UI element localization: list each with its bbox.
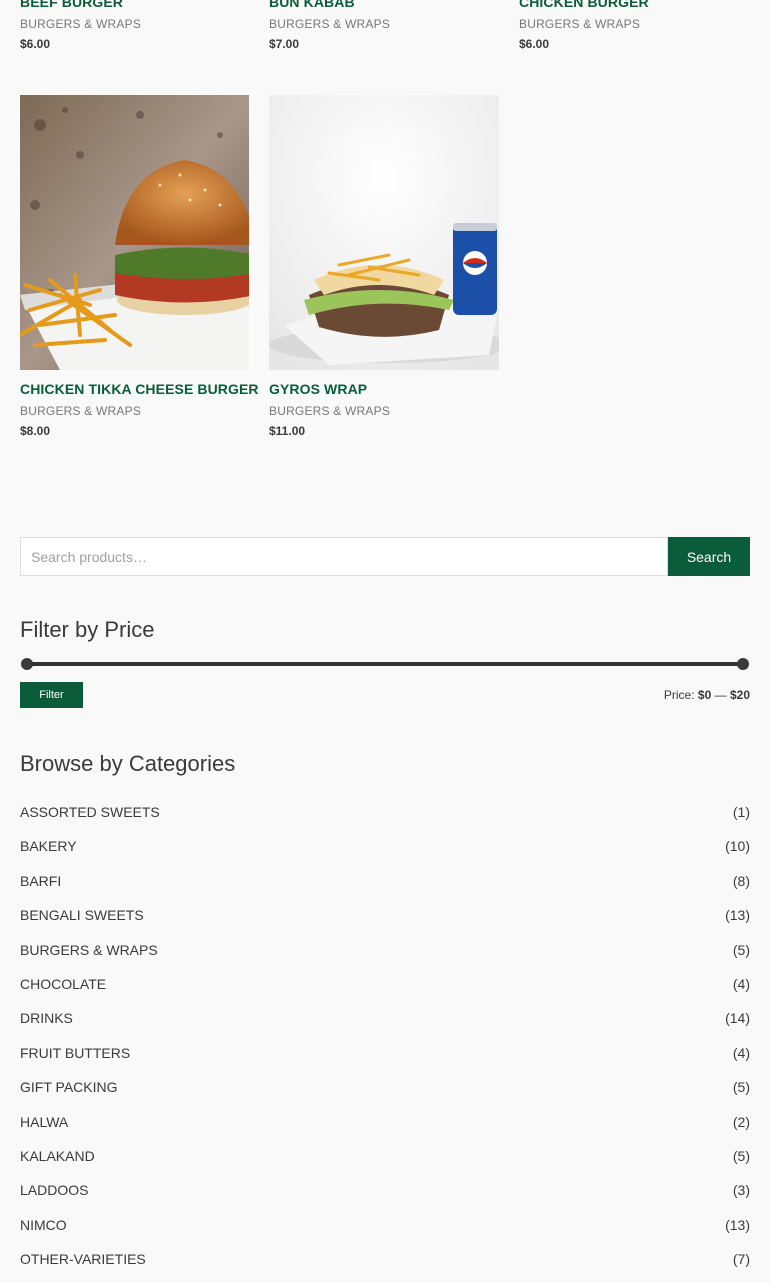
category-count: (4) xyxy=(732,1044,750,1061)
product-card: BEEF BURGER BURGERS & WRAPS $6.00 xyxy=(20,0,250,51)
category-count: (13) xyxy=(725,907,750,924)
category-link[interactable]: FRUIT BUTTERS xyxy=(20,1045,130,1061)
category-item[interactable]: ASSORTED SWEETS (1) xyxy=(20,802,750,836)
price-min: $0 xyxy=(697,688,712,702)
product-price: $8.00 xyxy=(20,424,51,438)
price-separator: — xyxy=(714,688,727,702)
product-category[interactable]: BURGERS & WRAPS xyxy=(20,17,250,31)
price-prefix: Price: xyxy=(663,688,695,702)
category-link[interactable]: BARFI xyxy=(20,873,61,889)
category-link[interactable]: BAKERY xyxy=(20,838,77,854)
category-link[interactable]: OTHER-VARIETIES xyxy=(20,1251,146,1267)
product-price: $6.00 xyxy=(20,37,51,51)
category-count: (1) xyxy=(732,804,750,820)
category-count: (5) xyxy=(732,1079,750,1096)
category-link[interactable]: HALWA xyxy=(20,1114,68,1130)
search-input[interactable] xyxy=(20,537,668,576)
search-button[interactable]: Search xyxy=(668,537,750,576)
product-category[interactable]: BURGERS & WRAPS xyxy=(269,404,499,418)
product-category[interactable]: BURGERS & WRAPS xyxy=(269,17,499,31)
category-item[interactable]: KALAKAND (5) xyxy=(20,1146,750,1180)
filter-button[interactable]: Filter xyxy=(20,682,83,708)
product-category[interactable]: BURGERS & WRAPS xyxy=(20,404,250,418)
category-link[interactable]: GIFT PACKING xyxy=(20,1079,118,1095)
product-title-link[interactable]: BEEF BURGER xyxy=(20,0,250,10)
price-range-label: Price: $0 — $20 xyxy=(664,688,750,702)
category-count: (7) xyxy=(732,1251,750,1268)
category-link[interactable]: NIMCO xyxy=(20,1217,67,1233)
category-count: (10) xyxy=(725,838,750,855)
product-title-link[interactable]: CHICKEN BURGER xyxy=(519,0,749,10)
category-link[interactable]: LADDOOS xyxy=(20,1182,88,1198)
category-link[interactable]: ASSORTED SWEETS xyxy=(20,804,160,820)
category-item[interactable]: BURGERS & WRAPS (5) xyxy=(20,940,750,974)
category-item[interactable]: NIMCO (13) xyxy=(20,1215,750,1249)
product-title-link[interactable]: BUN KABAB xyxy=(269,0,499,10)
category-item[interactable]: BARFI (8) xyxy=(20,871,750,905)
category-item[interactable]: HALWA (2) xyxy=(20,1112,750,1146)
product-card: BUN KABAB BURGERS & WRAPS $7.00 xyxy=(269,0,499,51)
categories-title: Browse by Categories xyxy=(20,751,236,776)
product-category[interactable]: BURGERS & WRAPS xyxy=(519,17,749,31)
category-list: ASSORTED SWEETS (1) BAKERY (10) BARFI (8) B… xyxy=(20,802,750,1283)
category-item[interactable]: OTHER-VARIETIES (7) xyxy=(20,1249,750,1283)
category-link[interactable]: BENGALI SWEETS xyxy=(20,907,144,923)
category-item[interactable]: CHOCOLATE (4) xyxy=(20,974,750,1008)
price-max: $20 xyxy=(729,688,750,702)
product-price: $7.00 xyxy=(269,37,300,51)
product-card: CHICKEN BURGER BURGERS & WRAPS $6.00 xyxy=(519,0,749,51)
product-search-form: Search xyxy=(20,537,750,576)
category-item[interactable]: DRINKS (14) xyxy=(20,1008,750,1042)
category-item[interactable]: LADDOOS (3) xyxy=(20,1180,750,1214)
product-title-link[interactable]: GYROS WRAP xyxy=(269,381,499,397)
category-count: (3) xyxy=(732,1182,750,1199)
category-item[interactable]: FRUIT BUTTERS (4) xyxy=(20,1043,750,1077)
product-image-chicken-tikka-burger[interactable] xyxy=(20,95,249,370)
category-item[interactable]: GIFT PACKING (5) xyxy=(20,1077,750,1111)
category-count: (5) xyxy=(732,1147,750,1164)
product-card: CHICKEN TIKKA CHEESE BURGER BURGERS & WR… xyxy=(20,381,259,438)
product-card: GYROS WRAP BURGERS & WRAPS $11.00 xyxy=(269,381,499,438)
product-image-gyros-wrap[interactable] xyxy=(269,95,499,370)
filter-by-price-title: Filter by Price xyxy=(20,617,155,642)
product-price: $11.00 xyxy=(269,424,306,438)
price-slider-min-handle[interactable] xyxy=(21,658,33,670)
category-count: (8) xyxy=(732,872,750,889)
category-count: (4) xyxy=(732,975,750,992)
category-count: (14) xyxy=(725,1010,750,1027)
category-link[interactable]: DRINKS xyxy=(20,1010,73,1026)
price-slider-track[interactable] xyxy=(27,662,743,666)
category-count: (5) xyxy=(732,941,750,958)
category-link[interactable]: KALAKAND xyxy=(20,1148,95,1164)
product-title-link[interactable]: CHICKEN TIKKA CHEESE BURGER xyxy=(20,381,259,397)
price-slider-max-handle[interactable] xyxy=(737,658,749,670)
product-price: $6.00 xyxy=(519,37,550,51)
category-link[interactable]: CHOCOLATE xyxy=(20,976,106,992)
category-item[interactable]: BAKERY (10) xyxy=(20,836,750,870)
category-count: (13) xyxy=(725,1216,750,1233)
category-link[interactable]: BURGERS & WRAPS xyxy=(20,942,158,958)
category-item[interactable]: BENGALI SWEETS (13) xyxy=(20,905,750,939)
category-count: (2) xyxy=(732,1113,750,1130)
